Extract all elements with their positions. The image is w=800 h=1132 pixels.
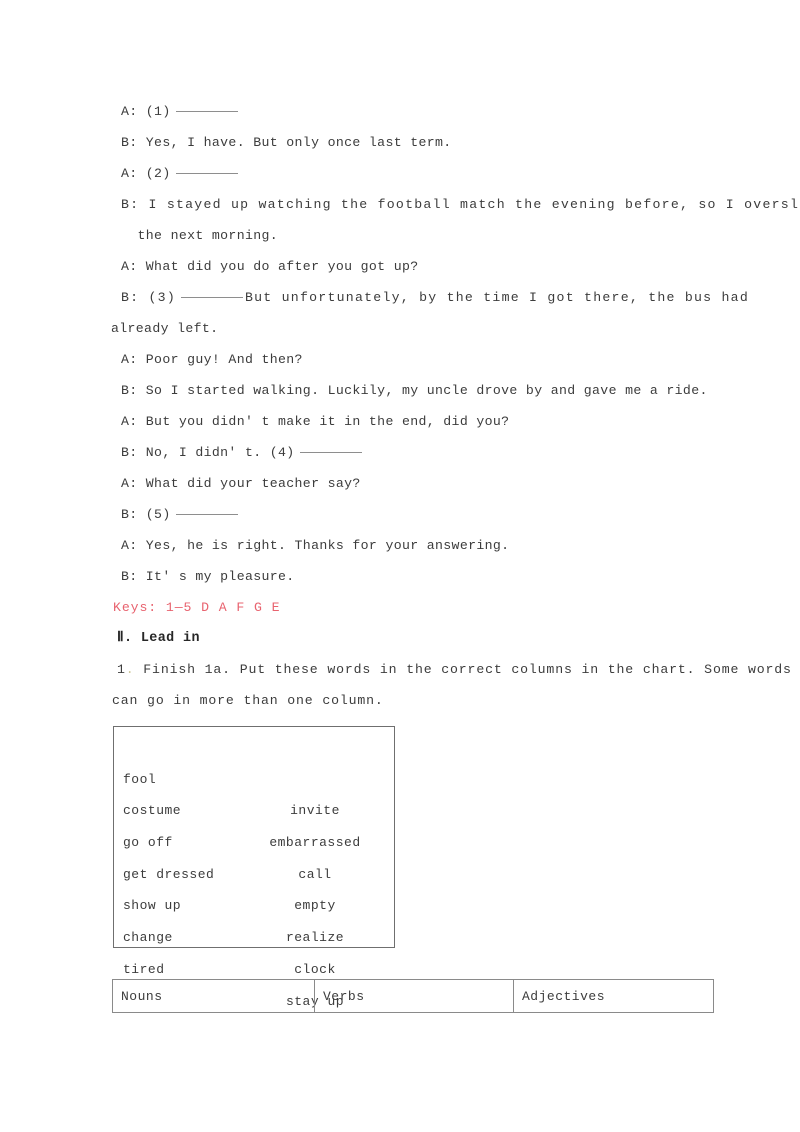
word-bank-row: tired stay up [114, 922, 394, 1009]
answer-blank[interactable] [175, 163, 238, 174]
word-bank-row: costume embarrassed [114, 764, 394, 850]
table-header-verbs[interactable]: Verbs [314, 979, 514, 1013]
answer-keys: Keys: 1—5 D A F G E [113, 600, 281, 615]
dialogue-line: B: I stayed up watching the football mat… [112, 189, 800, 220]
dialogue-text: A: (1) [121, 104, 171, 119]
dialogue-line: A: Poor guy! And then? [112, 344, 686, 375]
dialogue-text: already left. [111, 321, 219, 336]
dialogue-text: A: Poor guy! And then? [121, 352, 303, 367]
dialogue-text: B: It' s my pleasure. [121, 569, 295, 584]
word-bank-row: show up realize [114, 859, 394, 945]
task-number: 1 [117, 662, 126, 677]
dialogue-body: A: (1) B: Yes, I have. But only once las… [111, 96, 800, 716]
dialogue-line: B: No, I didn' t. (4) [112, 437, 686, 468]
dialogue-line: B: Yes, I have. But only once last term. [112, 127, 686, 158]
dialogue-text: B: I stayed up watching the football mat… [121, 197, 800, 212]
dialogue-text: the next morning. [121, 228, 279, 243]
dialogue-line: A: What did you do after you got up? [112, 251, 686, 282]
task-number-dot: . [125, 662, 135, 677]
dialogue-text: A: Yes, he is right. Thanks for your ans… [121, 538, 510, 553]
answer-blank[interactable] [175, 101, 238, 112]
dialogue-line: B: It' s my pleasure. [112, 561, 686, 592]
table-row: Nouns Verbs Adjectives [112, 979, 714, 1013]
document-page: A: (1) B: Yes, I have. But only once las… [0, 0, 800, 1132]
dialogue-line: A: But you didn' t make it in the end, d… [112, 406, 686, 437]
dialogue-text: B: (5) [121, 507, 171, 522]
word-bank-row: change clock [114, 890, 394, 977]
dialogue-line: A: (1) [112, 96, 686, 127]
table-header-adjectives[interactable]: Adjectives [513, 979, 714, 1013]
table-header-nouns[interactable]: Nouns [112, 979, 315, 1013]
dialogue-line: A: (2) [112, 158, 686, 189]
dialogue-line: the next morning. [112, 220, 686, 251]
answer-blank[interactable] [299, 442, 362, 453]
answer-blank[interactable] [175, 504, 238, 515]
dialogue-text: B: (3) [121, 290, 176, 305]
dialogue-text: B: So I started walking. Luckily, my unc… [121, 383, 708, 398]
dialogue-text-continued: But unfortunately, by the time I got the… [244, 290, 749, 305]
word-bank-box: fool invite costume embarrassed go off c… [113, 726, 395, 1009]
category-table: Nouns Verbs Adjectives [112, 979, 714, 1013]
dialogue-text: A: What did you do after you got up? [121, 259, 419, 274]
dialogue-text: B: Yes, I have. But only once last term. [121, 135, 452, 150]
dialogue-text: B: No, I didn' t. (4) [121, 445, 295, 460]
dialogue-text: A: (2) [121, 166, 171, 181]
dialogue-line: B: So I started walking. Luckily, my unc… [112, 375, 707, 406]
word-bank-row: fool invite [114, 732, 394, 819]
dialogue-line: B: (3) But unfortunately, by the time I g… [112, 282, 748, 313]
dialogue-line: A: Yes, he is right. Thanks for your ans… [112, 530, 686, 561]
task-instruction-continued: can go in more than one column. [112, 693, 384, 708]
dialogue-line: A: What did your teacher say? [112, 468, 686, 499]
dialogue-line: already left. [111, 313, 686, 344]
answer-blank[interactable] [180, 287, 243, 298]
task-instruction: 1. Finish 1a. Put these words in the cor… [112, 654, 791, 685]
dialogue-text: A: But you didn' t make it in the end, d… [121, 414, 510, 429]
task-instruction-text: Finish 1a. Put these words in the correc… [134, 662, 792, 677]
section-heading-lead-in: Ⅱ. Lead in [117, 631, 200, 646]
dialogue-text: A: What did your teacher say? [121, 476, 361, 491]
dialogue-line: B: (5) [112, 499, 686, 530]
word-bank-row: go off call [114, 795, 394, 882]
word-bank-row: get dressed empty [114, 827, 394, 914]
